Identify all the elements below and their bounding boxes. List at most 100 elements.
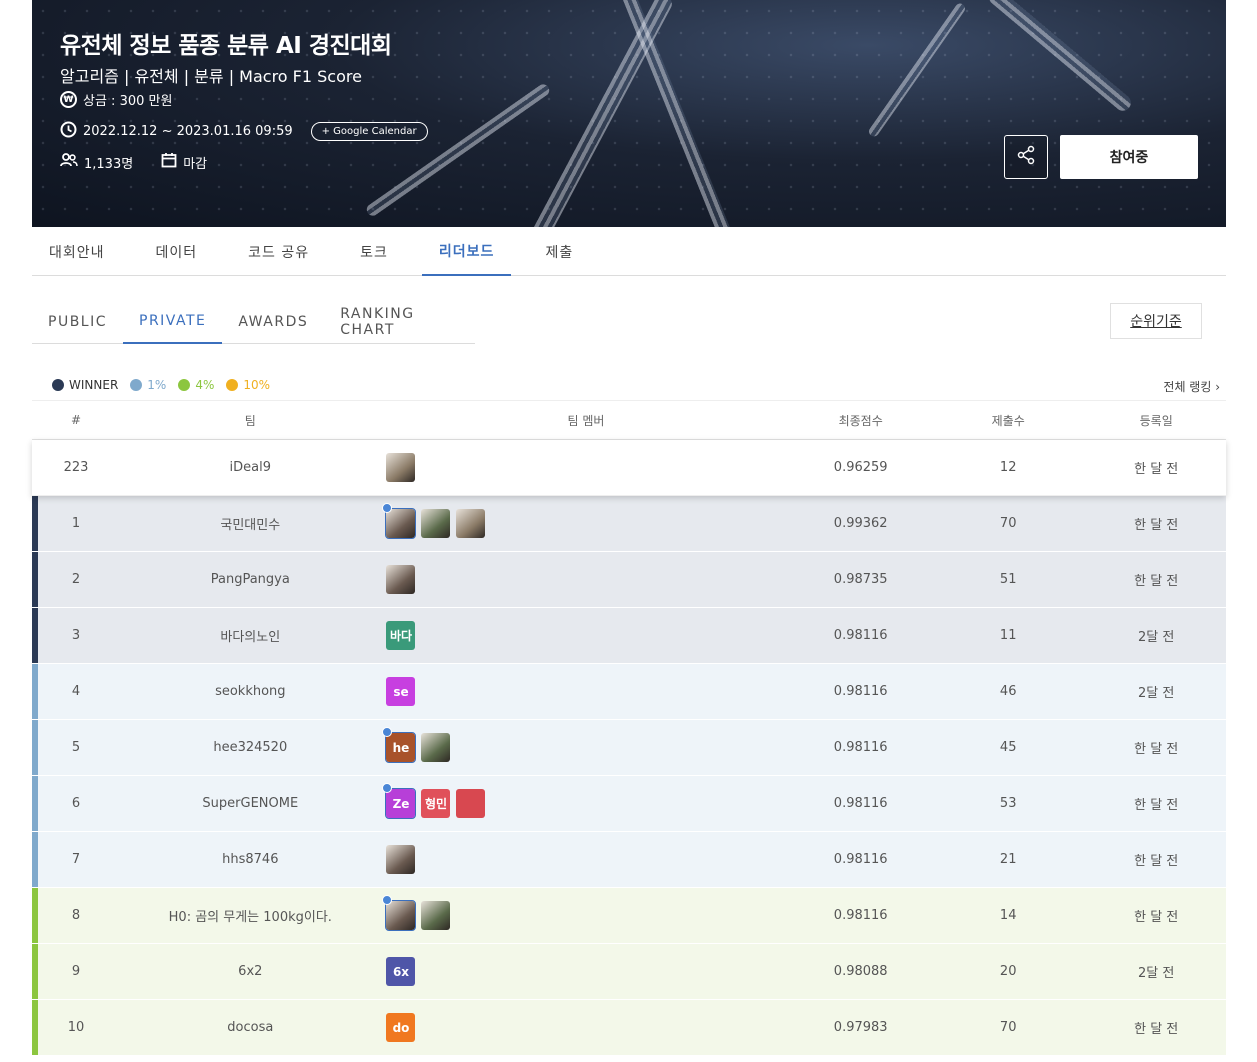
- submissions-cell: 70: [999, 1020, 1017, 1035]
- submissions-cell: 70: [999, 516, 1017, 531]
- avatar-image[interactable]: [382, 503, 417, 539]
- my-team-row[interactable]: 223 iDeal9 0.96259 12 한 달 전: [32, 440, 1226, 496]
- tier-indicator: [32, 608, 38, 663]
- avatar-image[interactable]: [421, 901, 451, 930]
- tab-5[interactable]: 리더보드: [421, 227, 512, 276]
- legend-label: 1%: [147, 378, 167, 392]
- team-name-cell: docosa: [227, 1020, 274, 1035]
- team-members-cell: 바다: [380, 621, 791, 650]
- tier-indicator: [32, 888, 38, 943]
- score-cell: 0.98735: [833, 572, 888, 587]
- member-avatars: [382, 895, 791, 931]
- subtab-private[interactable]: PRIVATE: [123, 300, 223, 344]
- avatar-initials[interactable]: 바다: [386, 621, 416, 650]
- competition-title: 유전체 정보 품종 분류 AI 경진대회: [60, 33, 392, 59]
- date-range-text: 2022.12.12 ~ 2023.01.16 09:59: [83, 124, 293, 139]
- share-icon: [1016, 145, 1036, 169]
- score-cell: 0.98116: [833, 908, 888, 923]
- table-row[interactable]: 3 바다의노인 바다 0.98116 11 2달 전: [32, 608, 1226, 664]
- all-ranking-link[interactable]: 전체 랭킹 ›: [1163, 378, 1220, 395]
- avatar-initials[interactable]: [456, 789, 486, 818]
- team-name-cell: 6x2: [238, 964, 263, 979]
- team-leader-icon: [382, 895, 393, 905]
- legend-dot-icon: [130, 379, 143, 391]
- won-icon: ₩: [60, 91, 77, 108]
- score-cell: 0.99362: [833, 516, 888, 531]
- date-cell: 2달 전: [1138, 966, 1175, 981]
- team-leader-icon: [382, 727, 393, 737]
- avatar-image[interactable]: [386, 845, 416, 874]
- google-calendar-button[interactable]: + Google Calendar: [310, 122, 428, 141]
- date-cell: 2달 전: [1138, 686, 1175, 701]
- tier-indicator: [32, 1000, 38, 1055]
- table-row[interactable]: 2 PangPangya 0.98735 51 한 달 전: [32, 552, 1226, 608]
- share-button[interactable]: [1004, 135, 1048, 179]
- submissions-cell: 21: [999, 852, 1017, 867]
- team-name-cell: iDeal9: [229, 460, 272, 475]
- tier-indicator: [32, 832, 38, 887]
- competition-tags: 알고리즘 | 유전체 | 분류 | Macro F1 Score: [60, 67, 362, 86]
- avatar-initials[interactable]: se: [386, 677, 416, 706]
- avatar-image[interactable]: [386, 565, 416, 594]
- tab-1[interactable]: 대회안내: [32, 227, 122, 276]
- table-row[interactable]: 6 SuperGENOME Ze 형민 0.98116 53 한 달 전: [32, 776, 1226, 832]
- tab-4[interactable]: 토크: [343, 227, 405, 276]
- team-name-cell: hee324520: [213, 740, 288, 755]
- tab-2[interactable]: 데이터: [139, 227, 215, 276]
- submissions-cell: 11: [999, 628, 1017, 643]
- date-cell: 한 달 전: [1134, 854, 1179, 869]
- tab-6[interactable]: 제출: [528, 227, 590, 276]
- avatar-initials[interactable]: 형민: [421, 789, 451, 818]
- rank-cell: 4: [71, 684, 81, 699]
- member-avatars: [382, 503, 791, 539]
- score-cell: 0.98116: [833, 684, 888, 699]
- subtab-ranking-chart[interactable]: RANKING CHART: [324, 300, 475, 344]
- team-members-cell: se: [380, 677, 791, 706]
- submissions-cell: 46: [999, 684, 1017, 699]
- team-name-cell: SuperGENOME: [202, 796, 299, 811]
- avatar-initials[interactable]: 6x: [386, 957, 416, 986]
- table-row[interactable]: 9 6x2 6x 0.98088 20 2달 전: [32, 944, 1226, 1000]
- submissions-cell: 20: [999, 964, 1017, 979]
- table-row[interactable]: 5 hee324520 he 0.98116 45 한 달 전: [32, 720, 1226, 776]
- legend-label: WINNER: [69, 378, 119, 392]
- avatar-image[interactable]: [421, 733, 451, 762]
- table-row[interactable]: 4 seokkhong se 0.98116 46 2달 전: [32, 664, 1226, 720]
- rank-basis-button[interactable]: 순위기준: [1110, 303, 1202, 339]
- rank-cell: 10: [67, 1020, 85, 1035]
- team-leader-icon: [382, 783, 393, 793]
- team-members-cell: 6x: [380, 957, 791, 986]
- competition-banner: 유전체 정보 품종 분류 AI 경진대회 알고리즘 | 유전체 | 분류 | M…: [32, 0, 1226, 227]
- table-row[interactable]: 1 국민대민수 0.99362 70 한 달 전: [32, 496, 1226, 552]
- join-button[interactable]: 참여중: [1060, 135, 1198, 179]
- avatar-initials[interactable]: he: [382, 727, 417, 763]
- subtab-awards[interactable]: AWARDS: [222, 300, 324, 344]
- table-row[interactable]: 7 hhs8746 0.98116 21 한 달 전: [32, 832, 1226, 888]
- header-score: 최종점수: [838, 413, 883, 428]
- member-avatars: [386, 565, 791, 594]
- date-cell: 한 달 전: [1134, 462, 1179, 477]
- legend-dot-icon: [178, 379, 191, 391]
- table-body: 223 iDeal9 0.96259 12 한 달 전 1 국민대민수 0.99362 70 한 …: [32, 440, 1226, 1056]
- tier-indicator: [32, 944, 38, 999]
- date-cell: 한 달 전: [1134, 518, 1179, 533]
- team-name-cell: 바다의노인: [220, 630, 281, 645]
- calendar-icon: [161, 152, 177, 172]
- date-cell: 한 달 전: [1134, 574, 1179, 589]
- tier-indicator: [32, 552, 38, 607]
- tab-3[interactable]: 코드 공유: [231, 227, 326, 276]
- avatar-initials[interactable]: Ze: [382, 783, 417, 819]
- legend-label: 4%: [195, 378, 215, 392]
- table-row[interactable]: 8 H0: 곰의 무게는 100kg이다. 0.98116 14 한 달 전: [32, 888, 1226, 944]
- table-row[interactable]: 10 docosa do 0.97983 70 한 달 전: [32, 1000, 1226, 1056]
- subtab-public[interactable]: PUBLIC: [32, 300, 123, 344]
- clock-icon: [60, 121, 77, 142]
- avatar-image[interactable]: [456, 509, 486, 538]
- avatar-image[interactable]: [421, 509, 451, 538]
- avatar-image[interactable]: [386, 453, 416, 482]
- tier-indicator: [32, 496, 38, 551]
- avatar-initials[interactable]: do: [386, 1013, 416, 1042]
- team-members-cell: [380, 453, 791, 482]
- avatar-image[interactable]: [382, 895, 417, 931]
- score-cell: 0.97983: [833, 1020, 888, 1035]
